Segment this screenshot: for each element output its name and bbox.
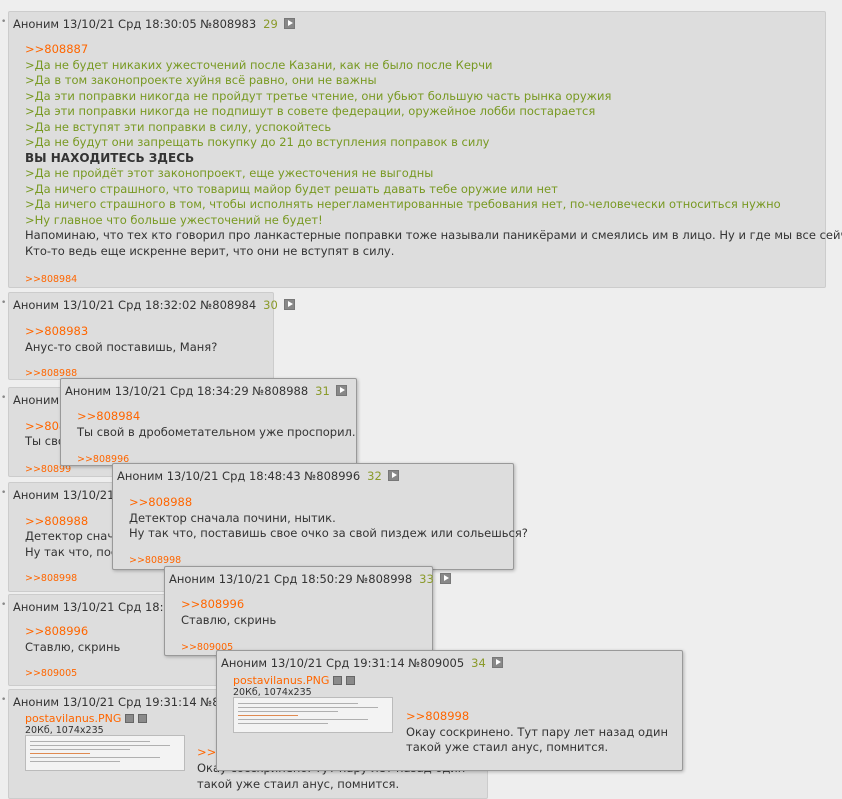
post-text-line: Ты свой в дробометательном уже проспорил… — [77, 424, 356, 439]
post-808984: • Аноним 13/10/21 Срд 18:32:02 №808984 30… — [1, 292, 295, 380]
post-ordinal: 32 — [367, 469, 382, 483]
post-text-line: Напоминаю, что тех кто говорил про ланка… — [25, 228, 842, 242]
greentext-line: >Да не будут они запрещать покупку до 21… — [25, 135, 490, 149]
post-body: >>808988 Детектор сначала почини, нытик.… — [129, 495, 528, 542]
post-text-line: Кто-то ведь еще искренне верит, что они … — [25, 243, 395, 258]
post-marker: • — [1, 695, 7, 705]
post-body: >>808996 Ставлю, скринь — [181, 597, 424, 628]
post-header-text: Аноним 13/10/21 Срд 19:31:14 №80900 — [13, 695, 249, 709]
post-header: Аноним 13/10/21 Срд 18:50:2 — [13, 600, 189, 614]
popup-post-808996: Аноним 13/10/21 Срд 18:48:43 №808996 32 >… — [112, 463, 528, 570]
post-marker: • — [1, 393, 7, 403]
download-icon[interactable] — [346, 676, 356, 685]
post-reply-link[interactable]: >>808996 — [181, 597, 424, 613]
post-text-line: Анус-то свой поставишь, Маня? — [25, 339, 218, 354]
play-icon[interactable] — [283, 18, 295, 29]
bold-line: ВЫ НАХОДИТЕСЬ ЗДЕСЬ — [25, 150, 195, 165]
post-header: Аноним 13/10/21 Срд 18:32:02 №808984 30 — [13, 298, 295, 312]
greentext-line: >Да ничего страшного, что товарищ майор … — [25, 181, 558, 196]
play-icon[interactable] — [387, 470, 399, 481]
post-text-line: Ну так что, поставишь свое очко за свой … — [129, 526, 528, 540]
post-header-text: Аноним 13/10/21 Срд 18:48:43 №808996 — [117, 469, 361, 483]
post-header: Аноним 13/10/21 Срд 18:30:05 №808983 29 — [13, 17, 295, 31]
post-text-line: Детектор сначала почини, нытик. — [129, 510, 336, 525]
post-marker: • — [1, 600, 7, 610]
post-reply-link[interactable]: >>808988 — [129, 495, 505, 511]
post-ordinal: 29 — [263, 17, 278, 31]
post-reply-link[interactable]: >>808988 — [25, 514, 88, 530]
post-ordinal: 31 — [315, 384, 330, 398]
post-header: Аноним 13/10/21 Срд 18:48:43 №808996 32 — [117, 469, 399, 483]
post-body: >>808983 Анус-то свой поставишь, Маня? — [25, 324, 265, 355]
post-header: Аноним 13/10/21 Срд 19:31:14 №809005 34 — [221, 656, 503, 670]
post-header-text: Аноним 13/10/21 Срд 18:50:2 — [13, 600, 190, 614]
post-text-line: Ставлю, скринь — [181, 612, 277, 627]
post-text-line: Ну так что, пост — [25, 545, 124, 559]
play-icon[interactable] — [335, 385, 347, 396]
post-marker: • — [1, 298, 7, 308]
post-text-line: Ставлю, скринь — [25, 640, 121, 654]
download-icon[interactable] — [138, 714, 148, 723]
file-thumbnail[interactable] — [25, 735, 185, 771]
greentext-line: >Да не будет никаких ужесточений после К… — [25, 57, 493, 72]
greentext-line: >Да ничего страшного в том, чтобы исполн… — [25, 197, 781, 211]
post-header-text: Аноним 13/10/21 Срд 18:34:29 №808988 — [65, 384, 309, 398]
popup-post-808988: Аноним 13/10/21 Срд 18:34:29 №808988 31 >… — [60, 378, 357, 466]
reply-link[interactable]: >>808998 — [25, 573, 77, 584]
greentext-line: >Да эти поправки никогда не подпишут в с… — [25, 104, 596, 118]
search-image-icon[interactable] — [125, 714, 135, 723]
popup-post-809005: Аноним 13/10/21 Срд 19:31:14 №809005 34 p… — [216, 650, 683, 771]
reply-link[interactable]: >>808998 — [129, 555, 181, 566]
play-icon[interactable] — [283, 299, 295, 310]
post-reply-link[interactable]: >>808887 — [25, 42, 817, 58]
file-info: postavilanus.PNG 20Кб, 1074x235 — [233, 673, 356, 698]
search-image-icon[interactable] — [333, 676, 343, 685]
post-reply-link[interactable]: >>808983 — [25, 324, 265, 340]
file-info: postavilanus.PNG 20Кб, 1074x235 — [25, 711, 148, 736]
post-ordinal: 34 — [471, 656, 486, 670]
post-ordinal: 30 — [263, 298, 278, 312]
post-reply-link[interactable]: >>808998 — [406, 709, 469, 725]
post-text-line: такой уже стаил анус, помнится. — [197, 777, 400, 791]
greentext-line: >Да не вступят эти поправки в силу, успо… — [25, 119, 332, 134]
post-body: >>808887 >Да не будет никаких ужесточени… — [25, 42, 842, 259]
post-marker: • — [1, 17, 7, 27]
post-header-text: Аноним 13/10/21 Срд 18:32:02 №808984 — [13, 298, 257, 312]
file-name-link[interactable]: postavilanus.PNG — [233, 674, 329, 687]
post-header-text: Аноним 13/10/21 Срд 19:31:14 №809005 — [221, 656, 465, 670]
reply-link[interactable]: >>809005 — [25, 668, 77, 679]
post-ordinal: 33 — [419, 572, 434, 586]
post-header: Аноним 13/10/21 Срд 19:31:14 №80900 — [13, 695, 249, 709]
file-name-link[interactable]: postavilanus.PNG — [25, 712, 121, 725]
reply-link[interactable]: >>808984 — [25, 274, 77, 285]
post-reply-link[interactable]: >>808996 — [25, 624, 88, 640]
play-icon[interactable] — [491, 657, 503, 668]
post-header-text: Аноним 13/10/21 Срд 18:50:29 №808998 — [169, 572, 413, 586]
greentext-line: >Да эти поправки никогда не пройдут трет… — [25, 88, 612, 103]
post-808983: • Аноним 13/10/21 Срд 18:30:05 №808983 29… — [1, 11, 842, 288]
post-header-text: Аноним 13/10/21 Срд 18:30:05 №808983 — [13, 17, 257, 31]
post-body: >>808984 Ты свой в дробометательном уже … — [77, 409, 356, 440]
greentext-line: >Да не пройдёт этот законопроект, еще уж… — [25, 166, 434, 180]
greentext-line: >Ну главное что больше ужесточений не бу… — [25, 212, 323, 227]
play-icon[interactable] — [439, 573, 451, 584]
post-text-line: такой уже стаил анус, помнится. — [406, 740, 609, 754]
post-reply-link[interactable]: >>808984 — [77, 409, 348, 425]
popup-post-808998: Аноним 13/10/21 Срд 18:50:29 №808998 33 >… — [164, 566, 451, 656]
post-marker: • — [1, 488, 7, 498]
post-text-line: Окау соскринено. Тут пару лет назад один — [406, 725, 668, 739]
post-header: Аноним 13/10/21 Срд 18:34:29 №808988 31 — [65, 384, 347, 398]
post-header: Аноним 13/10/21 Срд 18:50:29 №808998 33 — [169, 572, 451, 586]
greentext-line: >Да в том законопроекте хуйня всё равно,… — [25, 73, 377, 87]
file-thumbnail[interactable] — [233, 697, 393, 733]
post-text-line: Ты сво — [25, 434, 65, 448]
